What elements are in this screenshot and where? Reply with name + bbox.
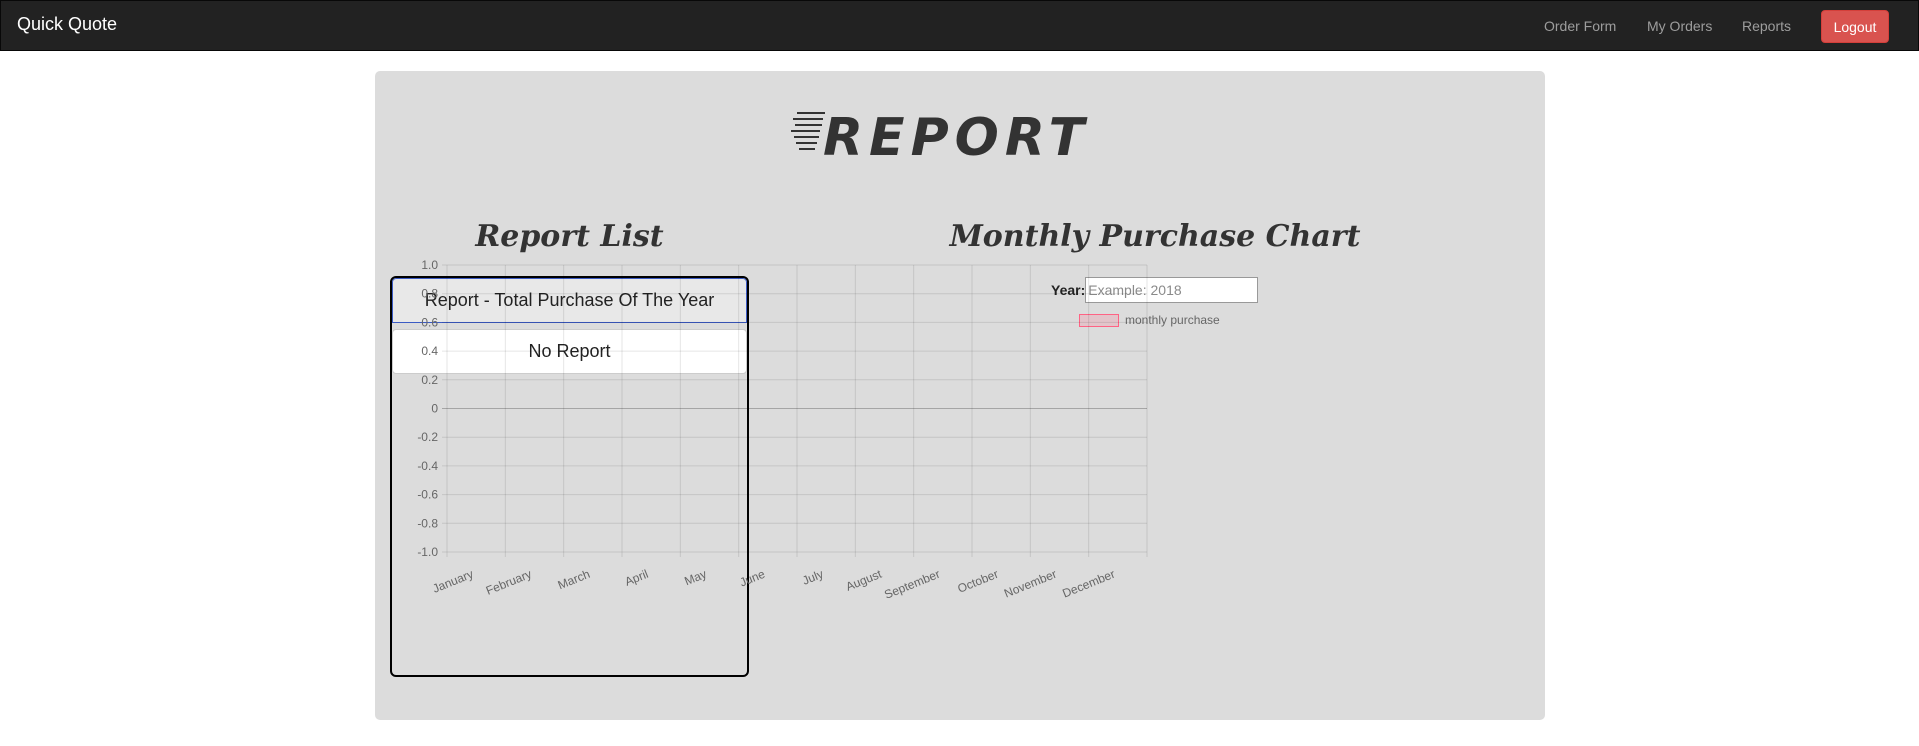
y-tick-label: -0.4 [417,459,438,473]
y-tick-label: -0.6 [417,488,438,502]
y-tick-label: 0 [431,402,438,416]
x-tick-label: June [738,567,768,590]
report-panel: REPORT Report List Monthly Purchase Char… [375,71,1545,720]
x-tick-label: February [484,567,534,598]
x-tick-label: September [882,567,942,602]
x-tick-label: January [430,567,475,596]
y-tick-label: -0.2 [417,430,438,444]
nav-link-my-orders[interactable]: My Orders [1647,18,1712,34]
x-tick-label: August [844,567,885,594]
nav-link-reports[interactable]: Reports [1742,18,1791,34]
monthly-purchase-chart: 1.0 0.8 0.6 0.4 0.2 0 -0.2 -0.4 -0.6 -0.8 -1.0 Jan… [417,258,1148,602]
y-tick-label: 0.2 [421,373,438,387]
navbar: Quick Quote Order Form My Orders Reports… [0,0,1919,51]
y-tick-label: -0.8 [417,516,438,530]
logout-button[interactable]: Logout [1821,10,1889,43]
nav-link-order-form[interactable]: Order Form [1544,18,1616,34]
chart-grid [442,264,1148,557]
chart-x-ticks: January February March April May June July Augu… [430,567,1117,602]
x-tick-label: April [623,567,651,589]
x-tick-label: March [556,567,592,592]
x-tick-label: July [800,567,825,588]
x-tick-label: December [1060,567,1117,601]
x-tick-label: October [955,567,1000,596]
y-tick-label: 0.4 [421,344,438,358]
y-tick-label: 0.6 [421,315,438,329]
y-tick-label: -1.0 [417,545,438,559]
brand-link[interactable]: Quick Quote [17,14,117,35]
x-tick-label: November [1002,567,1059,601]
chart-y-ticks: 1.0 0.8 0.6 0.4 0.2 0 -0.2 -0.4 -0.6 -0.8 -1.0 [417,258,438,559]
y-tick-label: 1.0 [421,258,438,272]
x-tick-label: May [682,567,708,588]
y-tick-label: 0.8 [421,287,438,301]
